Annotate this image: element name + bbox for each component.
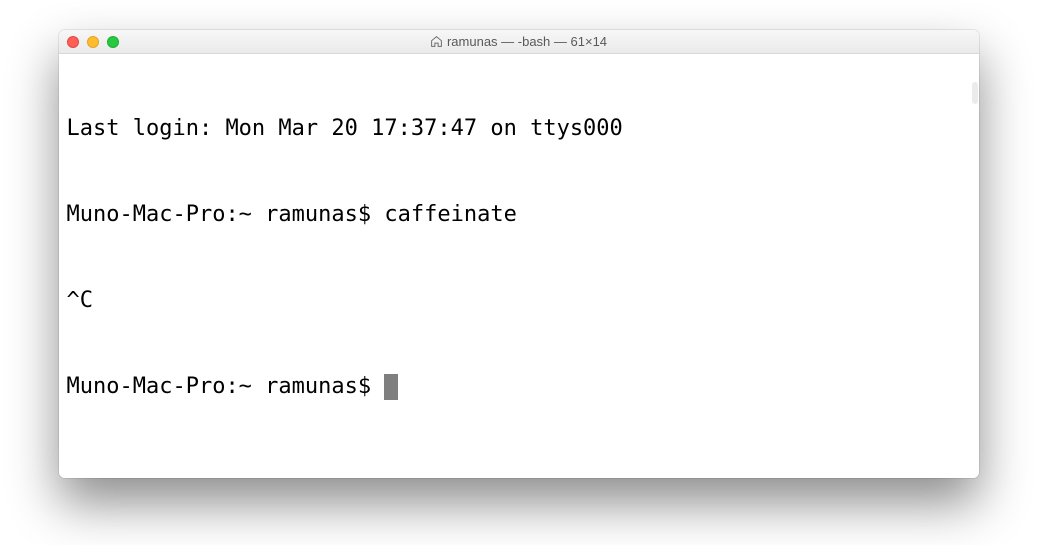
terminal-line: ^C bbox=[67, 287, 971, 316]
terminal-prompt-line: Muno-Mac-Pro:~ ramunas$ bbox=[67, 373, 971, 402]
window-title: ramunas — -bash — 61×14 bbox=[447, 34, 607, 49]
cursor bbox=[384, 374, 397, 399]
window-title-wrap: ramunas — -bash — 61×14 bbox=[59, 34, 979, 49]
terminal-line: Last login: Mon Mar 20 17:37:47 on ttys0… bbox=[67, 115, 971, 144]
terminal-body[interactable]: Last login: Mon Mar 20 17:37:47 on ttys0… bbox=[59, 54, 979, 478]
minimize-button[interactable] bbox=[87, 36, 99, 48]
terminal-window: ramunas — -bash — 61×14 Last login: Mon … bbox=[59, 30, 979, 478]
scrollbar-thumb[interactable] bbox=[972, 82, 978, 104]
close-button[interactable] bbox=[67, 36, 79, 48]
zoom-button[interactable] bbox=[107, 36, 119, 48]
home-icon bbox=[430, 35, 443, 48]
terminal-line: Muno-Mac-Pro:~ ramunas$ caffeinate bbox=[67, 201, 971, 230]
terminal-prompt: Muno-Mac-Pro:~ ramunas$ bbox=[67, 374, 385, 399]
titlebar[interactable]: ramunas — -bash — 61×14 bbox=[59, 30, 979, 54]
traffic-lights bbox=[67, 36, 119, 48]
